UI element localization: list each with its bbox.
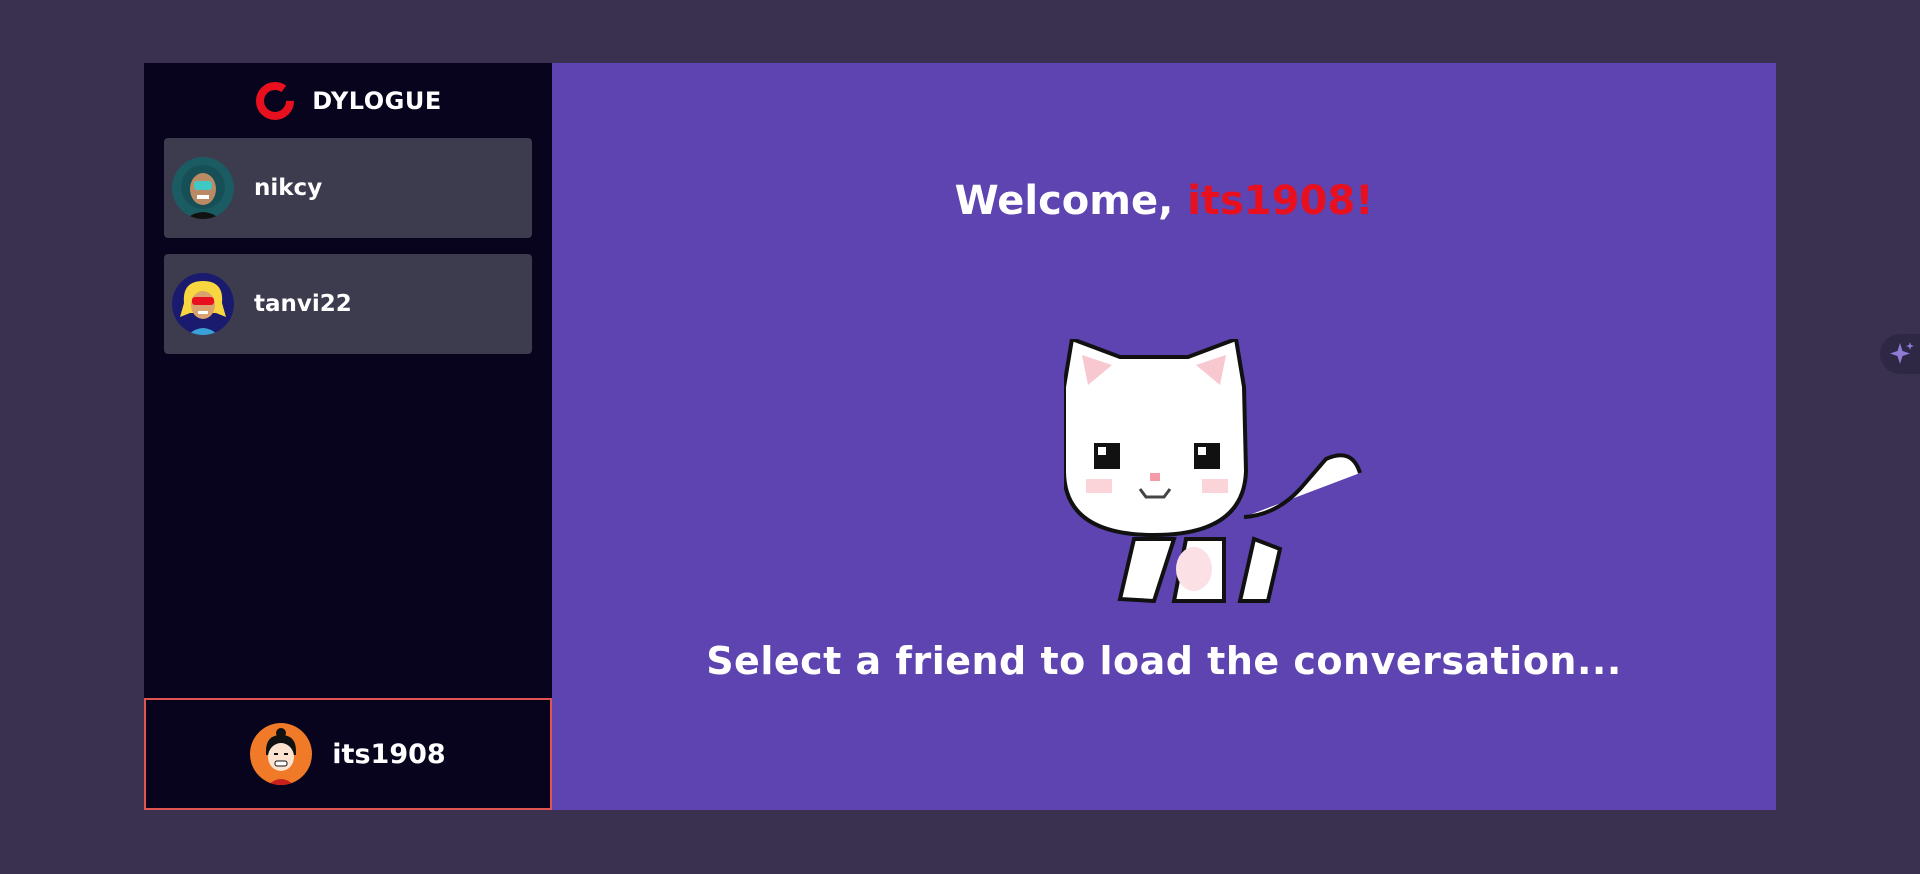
conversation-area: Welcome, its1908! Select a friend to loa…	[552, 63, 1776, 810]
welcome-heading: Welcome, its1908!	[552, 178, 1776, 224]
sparkle-icon	[1890, 342, 1914, 364]
avatar	[250, 723, 313, 785]
pixel-cat-image	[1064, 339, 1362, 604]
select-friend-prompt: Select a friend to load the conversation…	[706, 639, 1622, 683]
brand-header: DYLOGUE	[144, 63, 552, 138]
assistant-button[interactable]	[1880, 334, 1920, 374]
welcome-prefix: Welcome,	[954, 178, 1188, 224]
contact-name: tanvi22	[254, 291, 352, 317]
current-user-panel[interactable]: its1908	[144, 698, 552, 810]
sidebar: DYLOGUE nikcy tanvi22 its1908	[144, 63, 552, 810]
ring-logo-icon	[256, 81, 295, 120]
current-user-name: its1908	[332, 738, 446, 770]
contact-name: nikcy	[254, 175, 323, 201]
avatar	[172, 273, 234, 335]
chat-app: DYLOGUE nikcy tanvi22 its1908 Welcome, i…	[144, 63, 1776, 810]
brand-name: DYLOGUE	[312, 86, 442, 115]
welcome-username: its1908!	[1187, 178, 1374, 224]
contact-item-tanvi22[interactable]: tanvi22	[164, 254, 532, 354]
contact-item-nikcy[interactable]: nikcy	[164, 138, 532, 238]
avatar	[172, 157, 234, 219]
